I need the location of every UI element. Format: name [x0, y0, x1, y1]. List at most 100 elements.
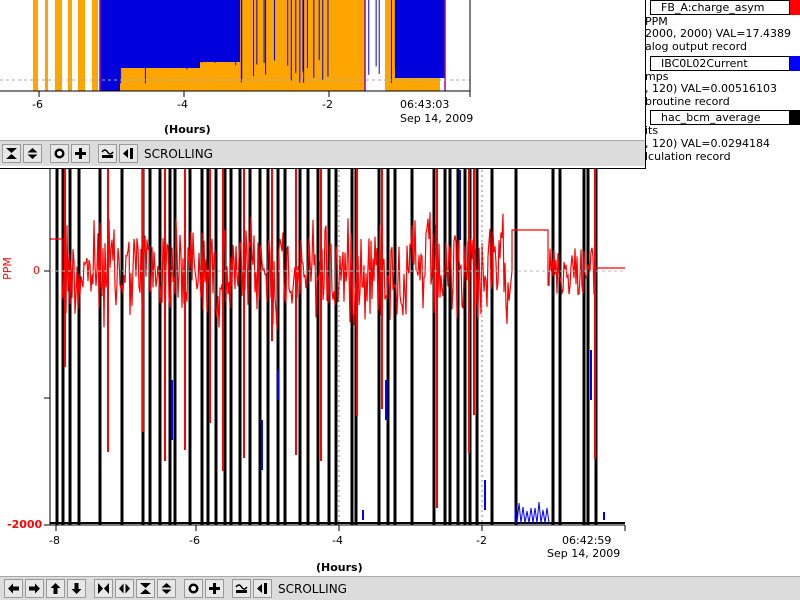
date-label: Sep 14, 2009 — [547, 547, 621, 560]
current-trip-line — [334, 168, 338, 525]
pv-description: lculation record — [645, 150, 731, 163]
current-trip-line — [490, 168, 494, 525]
scroll-left-button[interactable] — [4, 579, 23, 598]
right-arrow-icon — [29, 583, 40, 594]
current-trip-line — [410, 168, 414, 525]
current-trip-line — [77, 168, 81, 525]
current-trip-line — [514, 168, 518, 525]
fit-button[interactable] — [98, 144, 117, 163]
zoom-in-y-button[interactable] — [136, 579, 155, 598]
current-trip-line — [377, 168, 381, 525]
scroll-down-button[interactable] — [67, 579, 86, 598]
zoom-in-x-button[interactable] — [94, 579, 113, 598]
zoom-out-x-button[interactable] — [115, 579, 134, 598]
current-trip-line — [229, 168, 233, 525]
back-button[interactable] — [253, 579, 272, 598]
fit-icon — [101, 149, 114, 158]
overlay-fill-region — [33, 0, 38, 91]
mode-label: SCROLLING — [278, 581, 347, 596]
overlay-fill-region — [45, 0, 48, 91]
current-trip-line — [168, 168, 172, 525]
current-trip-line — [98, 168, 102, 525]
back-button[interactable] — [119, 144, 138, 163]
current-trip-line — [558, 168, 562, 525]
x-tick-label: -8 — [49, 534, 60, 547]
add-button[interactable] — [205, 579, 224, 598]
pv-name-hac-bcm-average[interactable]: hac_bcm_average — [650, 110, 790, 125]
fit-button[interactable] — [232, 579, 251, 598]
current-trip-line — [393, 168, 397, 525]
current-trip-line — [283, 168, 287, 525]
current-trip-line — [582, 168, 586, 525]
current-trip-line — [120, 168, 124, 525]
zoom-in-x-icon — [98, 583, 109, 594]
current-trip-line — [432, 168, 436, 525]
scroll-right-button[interactable] — [25, 579, 44, 598]
current-trip-line — [350, 168, 354, 525]
current-trip-line — [586, 168, 590, 525]
overlay-strip-chart-window: -6 -4 -2 06:43:03 Sep 14, 2009 (Hours) S… — [0, 0, 646, 169]
overlay-date-label: Sep 14, 2009 — [400, 112, 474, 125]
zoom-out-y-icon — [161, 583, 172, 594]
pv-units: its — [645, 124, 659, 137]
left-arrow-icon — [8, 583, 19, 594]
pv-limits: , 120) VAL=0.0294184 — [645, 137, 770, 150]
current-trip-line — [258, 168, 262, 525]
up-arrow-icon — [50, 583, 61, 594]
current-trip-line — [298, 168, 302, 525]
overlay-fill-region — [78, 0, 85, 91]
current-trip-line — [266, 168, 270, 525]
pv-name-ibc0l02-current[interactable]: IBC0L02Current — [650, 56, 790, 71]
pv-color-swatch[interactable] — [790, 0, 800, 15]
current-trip-line — [463, 168, 467, 525]
current-trip-line — [158, 168, 162, 525]
zoom-out-y-button[interactable] — [157, 579, 176, 598]
x-axis-title: (Hours) — [316, 561, 363, 574]
x-tick-label: -6 — [189, 534, 200, 547]
current-trace — [50, 168, 625, 525]
current-trip-line — [188, 168, 192, 525]
pv-limits: 2000, 2000) VAL=17.4389 — [645, 27, 791, 40]
current-trip-line — [148, 168, 152, 525]
down-arrow-icon — [71, 583, 82, 594]
back-icon — [257, 583, 267, 594]
current-trip-line — [68, 168, 72, 525]
overlay-fill-region — [92, 0, 98, 91]
add-button[interactable] — [71, 144, 90, 163]
pv-color-swatch[interactable] — [790, 56, 800, 71]
pv-name-charge-asym[interactable]: FB_A:charge_asym — [650, 0, 790, 15]
zoom-out-y-icon — [27, 148, 38, 159]
overlay-x-tick-label: -4 — [177, 98, 188, 111]
overlay-x-tick-label: -2 — [322, 98, 333, 111]
main-toolbar: SCROLLING — [0, 576, 800, 600]
x-tick-label: -2 — [476, 534, 487, 547]
pv-limits: , 120) VAL=0.00516103 — [645, 82, 777, 95]
zoom-out-y-button[interactable] — [23, 144, 42, 163]
current-trip-line — [386, 168, 390, 525]
pv-color-swatch[interactable] — [790, 110, 800, 125]
overlay-bar-region — [120, 0, 200, 68]
autoscale-button[interactable] — [184, 579, 203, 598]
zoom-out-x-icon — [119, 583, 130, 594]
overlay-mode-label: SCROLLING — [144, 146, 213, 161]
current-trip-line — [306, 168, 310, 525]
time-label: 06:42:59 — [562, 534, 612, 547]
current-trip-line — [448, 168, 452, 525]
current-trip-line — [200, 168, 204, 525]
scroll-up-button[interactable] — [46, 579, 65, 598]
current-trip-line — [238, 168, 242, 525]
zoom-in-y-button[interactable] — [2, 144, 21, 163]
overlay-x-tick-label: -6 — [32, 98, 43, 111]
back-icon — [123, 148, 133, 159]
bcm-step-trace — [514, 501, 550, 524]
current-trip-line — [55, 168, 59, 525]
fit-icon — [235, 584, 248, 593]
overlay-toolbar: SCROLLING — [0, 140, 645, 166]
current-trip-line — [443, 168, 447, 525]
current-trip-line — [551, 168, 555, 525]
autoscale-button[interactable] — [50, 144, 69, 163]
y-axis-title: PPM — [0, 257, 14, 280]
overlay-bar-region — [200, 0, 240, 62]
current-trip-line — [316, 168, 320, 525]
current-trip-line — [276, 168, 280, 525]
